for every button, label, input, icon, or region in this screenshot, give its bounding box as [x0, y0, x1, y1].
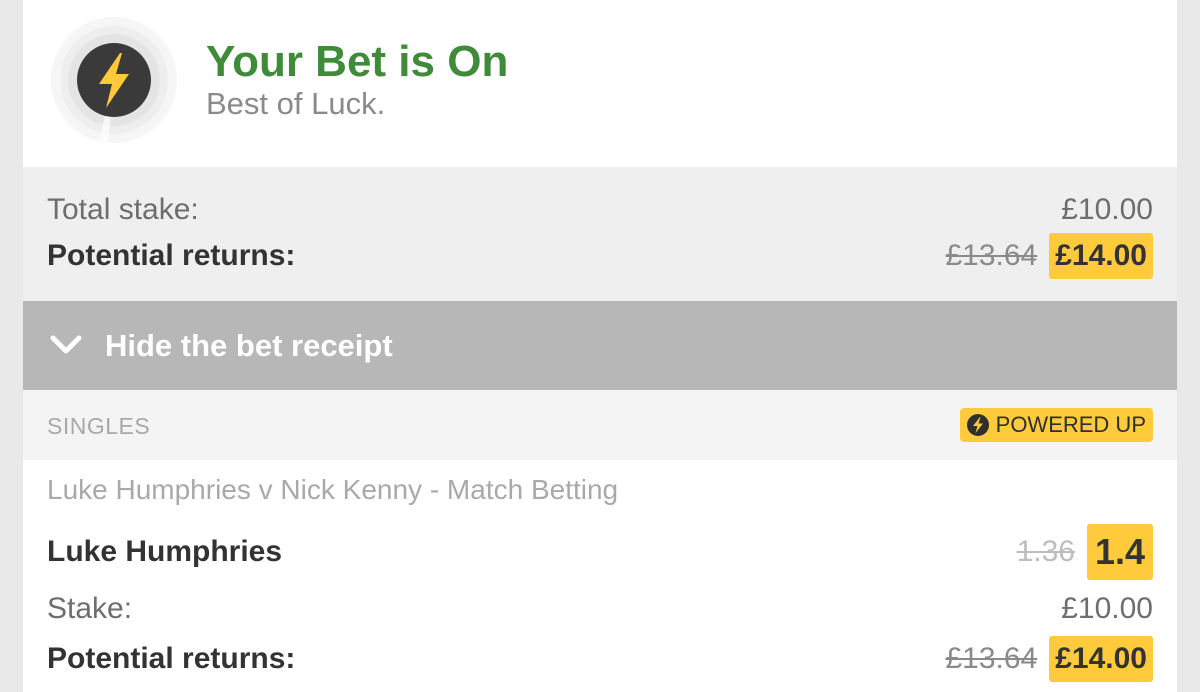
bet-stake-label: Stake: — [47, 592, 133, 625]
selection-row: Luke Humphries 1.36 1.4 — [47, 524, 1153, 580]
total-returns-row: Potential returns: £13.64 £14.00 — [47, 233, 1153, 279]
old-odds: 1.36 — [1016, 535, 1075, 568]
singles-header: SINGLES POWERED UP — [23, 390, 1177, 460]
total-returns-values: £13.64 £14.00 — [945, 233, 1153, 279]
odds-values: 1.36 1.4 — [1016, 524, 1153, 580]
powered-up-label: POWERED UP — [995, 412, 1146, 437]
powered-up-icon — [966, 414, 989, 436]
page-subtitle: Best of Luck. — [206, 86, 386, 121]
chevron-down-icon — [50, 335, 82, 354]
bet-returns-label: Potential returns: — [47, 642, 296, 675]
bet-returns-old: £13.64 — [945, 642, 1038, 675]
confirmation-header: Your Bet is On Best of Luck. — [23, 0, 1177, 167]
bet-returns-values: £13.64 £14.00 — [945, 636, 1153, 682]
page: Your Bet is On Best of Luck. Total stake… — [0, 0, 1200, 692]
lightning-bolt-icon — [50, 16, 178, 144]
bet-detail: Luke Humphries v Nick Kenny - Match Bett… — [23, 460, 1177, 692]
total-stake-row: Total stake: £10.00 — [47, 187, 1153, 233]
page-title: Your Bet is On — [206, 37, 509, 86]
market-name: Luke Humphries v Nick Kenny - Match Bett… — [47, 474, 619, 505]
bet-returns-new: £14.00 — [1049, 636, 1153, 682]
powered-up-badge: POWERED UP — [959, 408, 1153, 442]
selection-name: Luke Humphries — [47, 535, 283, 568]
hide-bet-receipt-button[interactable]: Hide the bet receipt — [23, 301, 1177, 390]
total-returns-label: Potential returns: — [47, 239, 296, 272]
bet-confirmation-card: Your Bet is On Best of Luck. Total stake… — [23, 0, 1177, 692]
boosted-odds: 1.4 — [1086, 524, 1153, 580]
total-returns-old: £13.64 — [945, 239, 1038, 272]
singles-label: SINGLES — [47, 413, 151, 439]
totals-summary: Total stake: £10.00 Potential returns: £13.… — [23, 167, 1177, 301]
bet-stake-value: £10.00 — [1061, 592, 1153, 625]
total-returns-new: £14.00 — [1049, 233, 1153, 279]
total-stake-label: Total stake: — [47, 193, 199, 226]
bet-stake-row: Stake: £10.00 — [47, 586, 1153, 632]
hide-bet-receipt-label: Hide the bet receipt — [105, 328, 393, 363]
total-stake-value: £10.00 — [1061, 193, 1153, 226]
bet-returns-row: Potential returns: £13.64 £14.00 — [47, 636, 1153, 682]
